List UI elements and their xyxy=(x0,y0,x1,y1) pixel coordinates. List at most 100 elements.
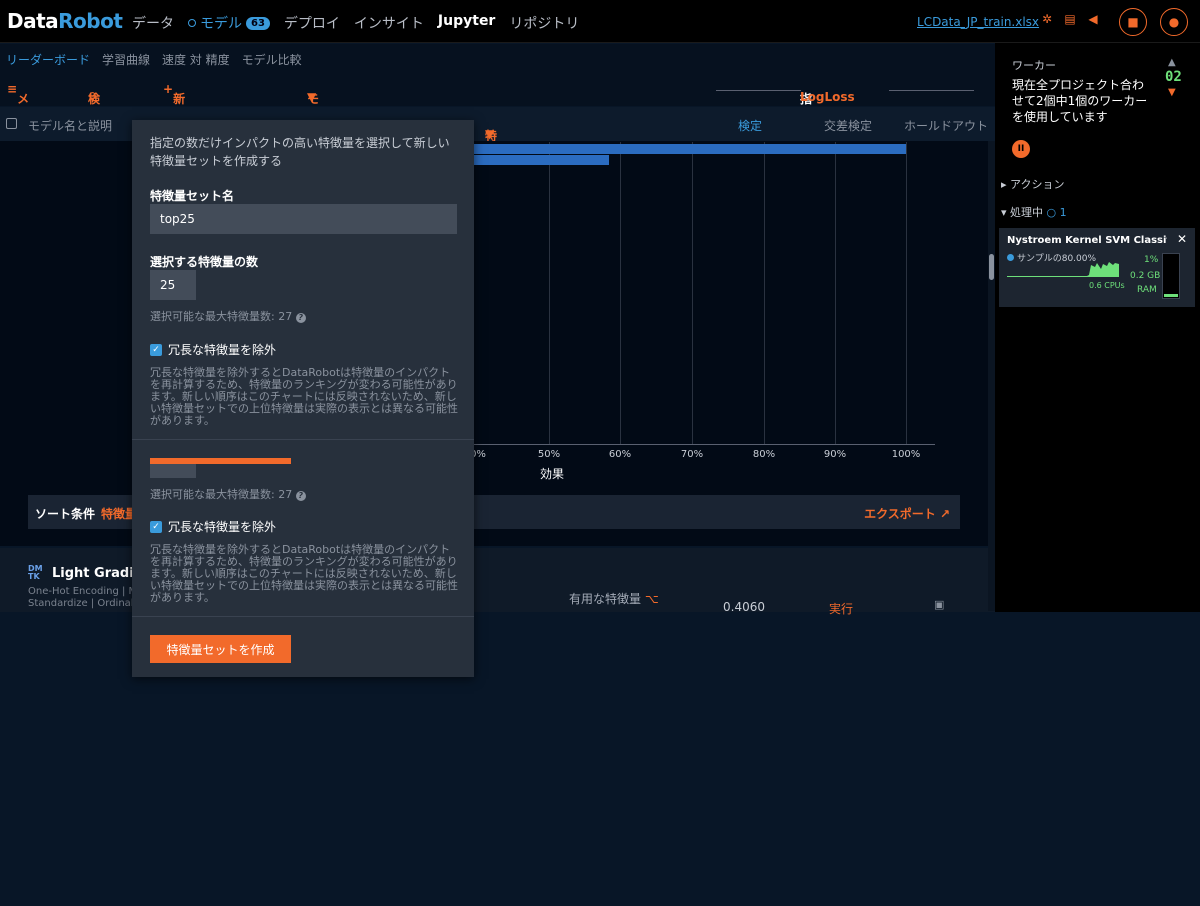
cpu-usage-graph xyxy=(1085,262,1119,277)
feature-impact-bar[interactable] xyxy=(473,144,906,154)
close-icon[interactable]: ✕ xyxy=(1177,232,1187,246)
nav-jupyter[interactable]: Jupyter xyxy=(438,13,495,33)
checkmark-icon: ✓ xyxy=(150,343,162,356)
x-tick-label: 80% xyxy=(752,449,776,460)
folder-icon[interactable]: ■ xyxy=(1119,8,1147,36)
gridline xyxy=(835,142,836,444)
user-icon[interactable]: ● xyxy=(1160,8,1188,36)
remove-redundant-checkbox[interactable]: ✓ 冗長な特徴量を除外 xyxy=(150,518,276,535)
external-link-icon: ↗ xyxy=(939,507,950,521)
top-icons: ✲ ▤ ◀ xyxy=(1040,12,1100,26)
datarobot-logo[interactable]: DataRobot xyxy=(7,9,123,33)
feature-set-name-label: 特徴量セット名 xyxy=(150,189,235,203)
feature-list-name: 有用な特徴量 ⌥ xyxy=(569,592,659,606)
book-icon[interactable]: ▤ xyxy=(1063,12,1077,26)
job-card: Nystroem Kernel SVM Classifier ... ✕ サンプ… xyxy=(999,228,1195,307)
job-model-name: Nystroem Kernel SVM Classifier ... xyxy=(1007,235,1167,246)
feature-count-input[interactable]: 25 xyxy=(150,270,196,300)
processing-count: ○ 1 xyxy=(1046,206,1067,219)
x-tick-label: 90% xyxy=(823,449,847,460)
dialog-intro: 指定の数だけインパクトの高い特徴量を選択して新しい特徴量セットを作成する xyxy=(150,136,450,168)
add-model-button[interactable]: + 新しいモデルを追加 xyxy=(163,82,185,242)
ram-label: RAM xyxy=(1137,285,1157,295)
nav-deploy[interactable]: デプロイ xyxy=(284,13,340,33)
gridline xyxy=(692,142,693,444)
project-file-link[interactable]: LCData_JP_train.xlsx xyxy=(917,15,1039,29)
job-sample-size: サンプルの80.00% xyxy=(1007,251,1096,264)
tune-icon: ⌥ xyxy=(644,592,659,606)
gridline xyxy=(620,142,621,444)
model-type-icon: DM TK xyxy=(28,564,43,581)
sort-label: ソート条件 xyxy=(35,507,96,521)
nav-insights[interactable]: インサイト xyxy=(354,13,424,33)
redundant-note: 冗長な特徴量を除外するとDataRobotは特徴量のインパクトを再計算するため、… xyxy=(150,366,458,427)
worker-queue-sidebar: ワーカー 現在全プロジェクト合わせて2個中1個のワーカーを使用しています ▲ 0… xyxy=(995,43,1200,612)
dialog-divider xyxy=(132,616,474,617)
ram-meter-fill xyxy=(1164,294,1178,297)
cpu-usage: 0.6 CPUs xyxy=(1089,281,1125,290)
tab-leaderboard[interactable]: リーダーボード xyxy=(6,51,90,68)
worker-title: ワーカー xyxy=(1012,59,1056,72)
column-cross-validation[interactable]: 交差検定 xyxy=(824,117,872,134)
x-tick-label: 70% xyxy=(680,449,704,460)
export-button[interactable]: エクスポート ↗ xyxy=(864,505,950,522)
leaderboard-subnav: リーダーボード 学習曲線 速度 対 精度 モデル比較 xyxy=(0,44,995,74)
chevron-up-icon[interactable]: ▲ xyxy=(1168,57,1176,68)
pause-icon[interactable]: II xyxy=(1012,140,1030,158)
filter-icon: ▼ xyxy=(485,127,495,141)
worker-description: 現在全プロジェクト合わせて2個中1個のワーカーを使用しています xyxy=(1012,78,1148,124)
create-feature-set-dialog: 指定の数だけインパクトの高い特徴量を選択して新しい特徴量セットを作成する 特徴量… xyxy=(132,120,474,677)
select-all-checkbox[interactable] xyxy=(6,118,17,129)
feature-count-label: 選択する特徴量の数 xyxy=(150,255,259,269)
chevron-down-icon: ⌄ xyxy=(800,90,811,104)
remove-redundant-checkbox[interactable]: ✓ 冗長な特徴量を除外 xyxy=(150,341,276,358)
metric-divider xyxy=(716,90,801,91)
help-icon[interactable]: ? xyxy=(295,491,306,501)
chart-x-label: 効果 xyxy=(540,467,565,481)
python-icon xyxy=(1007,254,1014,261)
x-tick-label: 50% xyxy=(537,449,561,460)
gridline xyxy=(906,142,907,444)
checkmark-icon: ✓ xyxy=(150,520,162,533)
nav-data[interactable]: データ xyxy=(132,13,174,33)
processing-section[interactable]: ▾ 処理中 ○ 1 xyxy=(1001,204,1067,220)
ram-meter xyxy=(1162,253,1180,299)
tab-model-compare[interactable]: モデル比較 xyxy=(242,51,302,68)
menu-button[interactable]: ≡ メニュー xyxy=(7,82,29,157)
tab-learning-curve[interactable]: 学習曲線 xyxy=(102,51,150,68)
model-count-badge: 63 xyxy=(246,16,270,30)
create-feature-set-button[interactable]: 特徴量セットを作成 xyxy=(150,635,291,663)
chevron-down-icon[interactable]: ▼ xyxy=(1168,87,1176,98)
nav-repository[interactable]: リポジトリ xyxy=(509,13,579,33)
blueprint-description: One-Hot Encoding | Ma xyxy=(28,586,144,597)
nav-models[interactable]: モデル 63 xyxy=(188,13,270,33)
ram-usage: 0.2 GB xyxy=(1130,271,1161,281)
run-link[interactable]: 実行 xyxy=(829,600,853,617)
gridline xyxy=(764,142,765,444)
feature-set-name-input[interactable]: top25 xyxy=(150,204,457,234)
chart-x-axis xyxy=(473,444,935,445)
x-tick-label: 60% xyxy=(608,449,632,460)
share-icon[interactable]: ✲ xyxy=(1040,12,1054,26)
column-validation[interactable]: 検定 xyxy=(738,117,762,134)
help-icon[interactable]: ? xyxy=(295,313,306,323)
x-tick-label: 100% xyxy=(891,449,921,460)
max-features-hint: 選択可能な最大特徴量数: 27 ? xyxy=(150,486,306,502)
worker-count: 02 xyxy=(1165,69,1182,85)
column-holdout[interactable]: ホールドアウト xyxy=(904,117,988,134)
gridline xyxy=(549,142,550,444)
redundant-note: 冗長な特徴量を除外するとDataRobotは特徴量のインパクトを再計算するため、… xyxy=(150,543,458,604)
scrollbar-thumb[interactable] xyxy=(989,254,994,280)
tab-speed-vs-accuracy[interactable]: 速度 対 精度 xyxy=(162,51,230,68)
ghost-input-remnant xyxy=(150,464,196,478)
leaderboard-scrollbar[interactable] xyxy=(988,141,995,611)
megaphone-icon[interactable]: ◀ xyxy=(1086,12,1100,26)
lock-icon: ▣ xyxy=(934,598,945,611)
feature-impact-bar[interactable] xyxy=(473,155,609,165)
actions-section[interactable]: ▸ アクション xyxy=(1001,176,1064,192)
cpu-baseline xyxy=(1007,276,1117,277)
column-model-name[interactable]: モデル名と説明 xyxy=(28,117,112,134)
main-nav: データ モデル 63 デプロイ インサイト Jupyter リポジトリ xyxy=(132,13,579,33)
loading-ring-icon xyxy=(188,19,196,27)
cpu-percent: 1% xyxy=(1144,255,1159,265)
